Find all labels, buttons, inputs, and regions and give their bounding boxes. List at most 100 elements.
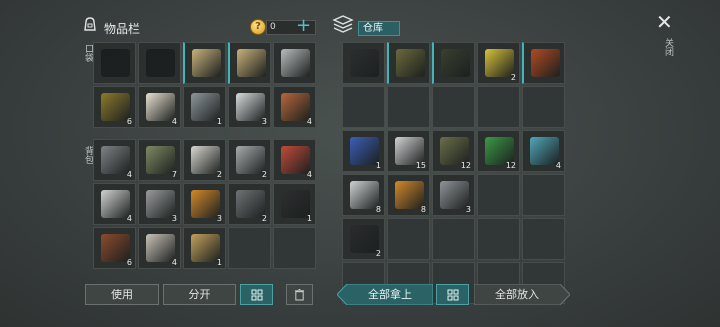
item-slot[interactable] xyxy=(93,42,136,84)
empty-slot[interactable] xyxy=(387,218,430,260)
item-slot[interactable] xyxy=(138,42,181,84)
empty-slot[interactable] xyxy=(477,86,520,128)
put-all-button[interactable]: 全部放入 xyxy=(474,284,560,305)
sniper-rifle-icon xyxy=(441,49,470,77)
item-slot[interactable]: 3 xyxy=(432,174,475,216)
item-count: 1 xyxy=(375,161,381,170)
use-button[interactable]: 使用 xyxy=(85,284,159,305)
item-count: 2 xyxy=(510,73,516,82)
item-slot[interactable]: 2 xyxy=(477,42,520,84)
tools-icon xyxy=(440,181,469,209)
item-slot[interactable]: 4 xyxy=(138,227,181,269)
flashlight-icon xyxy=(531,49,560,77)
sort-warehouse-button[interactable] xyxy=(436,284,469,305)
gears-icon xyxy=(146,190,175,218)
item-slot[interactable] xyxy=(387,42,430,84)
item-slot[interactable]: 3 xyxy=(138,183,181,225)
split-button[interactable]: 分开 xyxy=(163,284,236,305)
item-slot[interactable]: 4 xyxy=(93,183,136,225)
item-slot[interactable]: 3 xyxy=(183,183,226,225)
item-count: 2 xyxy=(261,214,267,223)
item-slot[interactable]: 15 xyxy=(387,130,430,172)
item-slot[interactable]: 4 xyxy=(273,139,316,181)
item-slot[interactable] xyxy=(183,42,226,84)
empty-slot[interactable] xyxy=(522,174,565,216)
discard-button[interactable] xyxy=(286,284,313,305)
item-slot[interactable]: 4 xyxy=(93,139,136,181)
pistol-icon xyxy=(146,49,175,77)
item-count: 3 xyxy=(171,214,177,223)
item-slot[interactable]: 8 xyxy=(342,174,385,216)
item-slot[interactable]: 4 xyxy=(273,86,316,128)
item-slot[interactable]: 2 xyxy=(183,139,226,181)
circuit-board-icon xyxy=(350,137,379,165)
item-count: 1 xyxy=(216,258,222,267)
item-count: 12 xyxy=(460,161,471,170)
take-all-button[interactable]: 全部拿上 xyxy=(347,284,433,305)
katana-icon xyxy=(281,49,310,77)
item-slot[interactable]: 4 xyxy=(138,86,181,128)
molotov-icon xyxy=(101,93,130,121)
item-slot[interactable]: 6 xyxy=(93,86,136,128)
steel-plate-icon xyxy=(236,93,265,121)
item-count: 6 xyxy=(126,117,132,126)
empty-slot[interactable] xyxy=(432,218,475,260)
warehouse-slots-grid: 2 1 15 12 12 4 8 8 3 2 xyxy=(342,42,565,304)
item-slot[interactable]: 6 xyxy=(93,227,136,269)
wire-spool-icon xyxy=(101,234,130,262)
battery-icon xyxy=(191,190,220,218)
item-count: 1 xyxy=(216,117,222,126)
item-count: 7 xyxy=(171,170,177,179)
empty-slot[interactable] xyxy=(432,86,475,128)
close-label: 关闭 xyxy=(663,38,673,56)
item-slot[interactable]: 8 xyxy=(387,174,430,216)
nails-icon xyxy=(101,146,130,174)
item-slot[interactable]: 1 xyxy=(183,227,226,269)
sort-inventory-button[interactable] xyxy=(240,284,273,305)
quick-slots-grid: 6 4 1 3 4 xyxy=(93,42,316,128)
item-count: 3 xyxy=(261,117,267,126)
item-slot[interactable] xyxy=(342,42,385,84)
item-slot[interactable]: 7 xyxy=(138,139,181,181)
item-slot[interactable]: 1 xyxy=(273,183,316,225)
empty-slot[interactable] xyxy=(522,218,565,260)
medicine-icon xyxy=(146,93,175,121)
empty-slot[interactable] xyxy=(387,86,430,128)
empty-slot[interactable] xyxy=(228,227,271,269)
empty-slot[interactable] xyxy=(522,86,565,128)
item-count: 4 xyxy=(126,170,132,179)
item-slot[interactable] xyxy=(522,42,565,84)
item-slot[interactable]: 4 xyxy=(522,130,565,172)
close-icon[interactable]: ✕ xyxy=(656,10,673,34)
camera-icon xyxy=(236,190,265,218)
coin-icon: ? xyxy=(250,19,266,35)
item-count: 4 xyxy=(126,214,132,223)
item-count: 4 xyxy=(306,117,312,126)
item-slot[interactable]: 2 xyxy=(228,183,271,225)
item-count: 4 xyxy=(171,258,177,267)
tape-icon xyxy=(101,190,130,218)
item-count: 4 xyxy=(171,117,177,126)
paper-icon xyxy=(191,146,220,174)
item-slot[interactable]: 2 xyxy=(228,139,271,181)
empty-slot[interactable] xyxy=(477,174,520,216)
item-slot[interactable]: 12 xyxy=(432,130,475,172)
item-slot[interactable] xyxy=(273,42,316,84)
item-count: 6 xyxy=(126,258,132,267)
item-slot[interactable]: 3 xyxy=(228,86,271,128)
item-slot[interactable] xyxy=(432,42,475,84)
item-slot[interactable]: 1 xyxy=(342,130,385,172)
empty-slot[interactable] xyxy=(273,227,316,269)
item-count: 3 xyxy=(465,205,471,214)
empty-slot[interactable] xyxy=(477,218,520,260)
item-slot[interactable]: 12 xyxy=(477,130,520,172)
rifle-icon xyxy=(192,49,221,77)
item-slot[interactable]: 2 xyxy=(342,218,385,260)
cable-icon xyxy=(530,137,559,165)
empty-slot[interactable] xyxy=(342,86,385,128)
add-coins-button[interactable]: + xyxy=(296,17,311,35)
item-slot[interactable] xyxy=(228,42,271,84)
item-slot[interactable]: 1 xyxy=(183,86,226,128)
item-count: 12 xyxy=(505,161,516,170)
trash-icon xyxy=(294,289,305,301)
